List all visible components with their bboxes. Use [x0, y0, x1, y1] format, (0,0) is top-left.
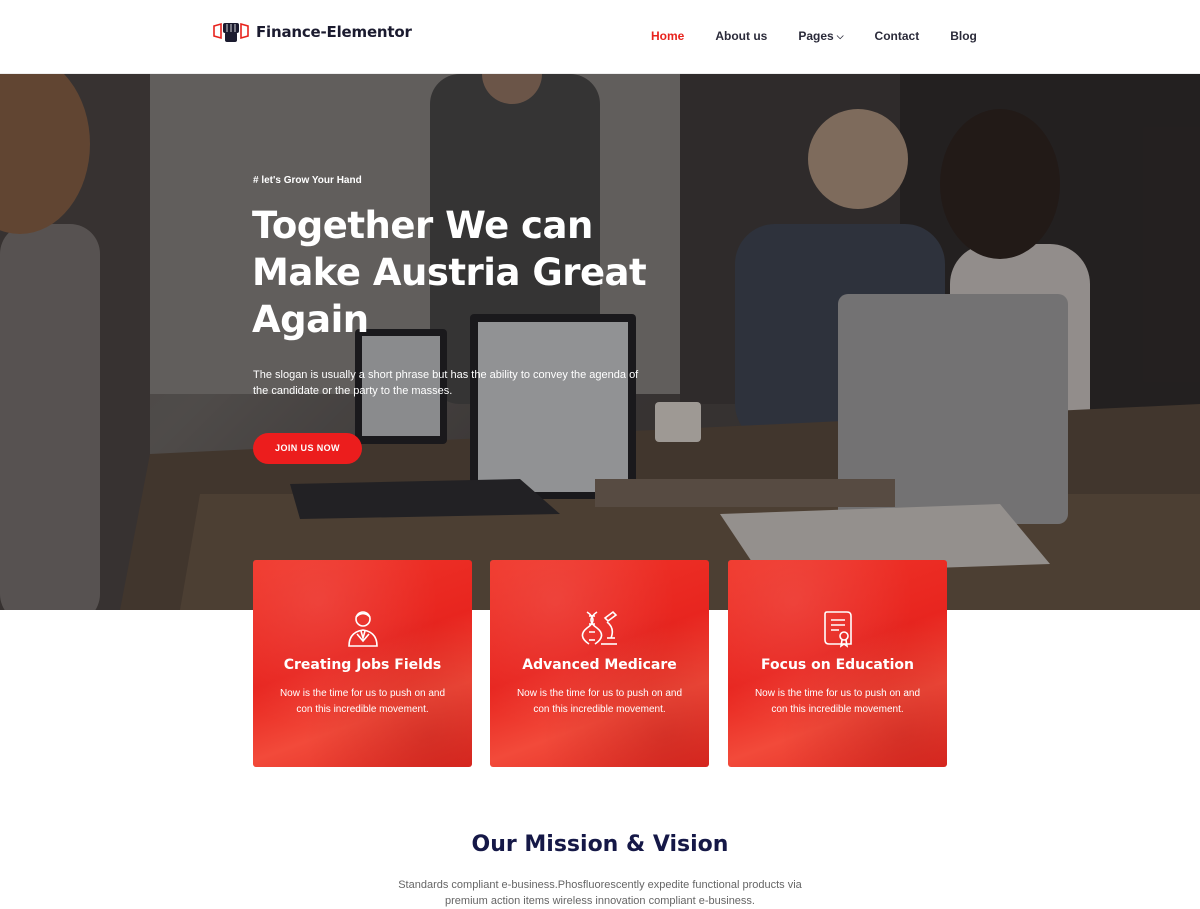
feature-desc: Now is the time for us to push on and co… [516, 688, 683, 715]
feature-title: Advanced Medicare [522, 657, 677, 673]
nav-contact[interactable]: Contact [875, 29, 920, 43]
feature-card-education[interactable]: Focus on Education Now is the time for u… [728, 560, 947, 767]
feature-desc: Now is the time for us to push on and co… [754, 688, 921, 715]
hero-title: Together We can Make Austria Great Again [252, 204, 647, 341]
hero-tagline: # let's Grow Your Hand [253, 175, 362, 186]
businessman-icon [344, 608, 382, 648]
brand-name: Finance-Elementor [256, 23, 412, 41]
nav-home[interactable]: Home [651, 29, 684, 43]
dna-microscope-icon [581, 608, 619, 648]
main-nav: Home About us Pages ⌵ Contact Blog [651, 29, 1008, 43]
feature-title: Focus on Education [761, 657, 914, 673]
certificate-icon [819, 608, 857, 648]
nav-blog[interactable]: Blog [950, 29, 977, 43]
nav-pages[interactable]: Pages ⌵ [798, 29, 843, 43]
nav-home-label: Home [651, 29, 685, 43]
nav-blog-label: Blog [950, 29, 977, 43]
feature-card-medicare[interactable]: Advanced Medicare Now is the time for us… [490, 560, 709, 767]
fist-megaphone-icon [212, 18, 250, 46]
nav-contact-label: Contact [874, 29, 920, 43]
mission-title: Our Mission & Vision [471, 832, 729, 857]
nav-about-label: About us [715, 29, 768, 43]
nav-about[interactable]: About us [715, 29, 767, 43]
nav-pages-label: Pages [798, 29, 834, 43]
feature-desc: Now is the time for us to push on and co… [279, 688, 446, 715]
chevron-down-icon: ⌵ [836, 30, 844, 41]
logo[interactable]: Finance-Elementor [212, 18, 412, 46]
feature-card-jobs[interactable]: Creating Jobs Fields Now is the time for… [253, 560, 472, 767]
hero-section: # let's Grow Your Hand Together We can M… [0, 74, 1200, 610]
hero-description: The slogan is usually a short phrase but… [253, 369, 639, 397]
site-header: Finance-Elementor Home About us Pages ⌵ C… [0, 0, 1200, 74]
feature-title: Creating Jobs Fields [283, 657, 442, 673]
join-us-button[interactable]: JOIN US NOW [253, 433, 362, 464]
mission-text: Standards compliant e-business.Phosfluor… [398, 879, 802, 907]
